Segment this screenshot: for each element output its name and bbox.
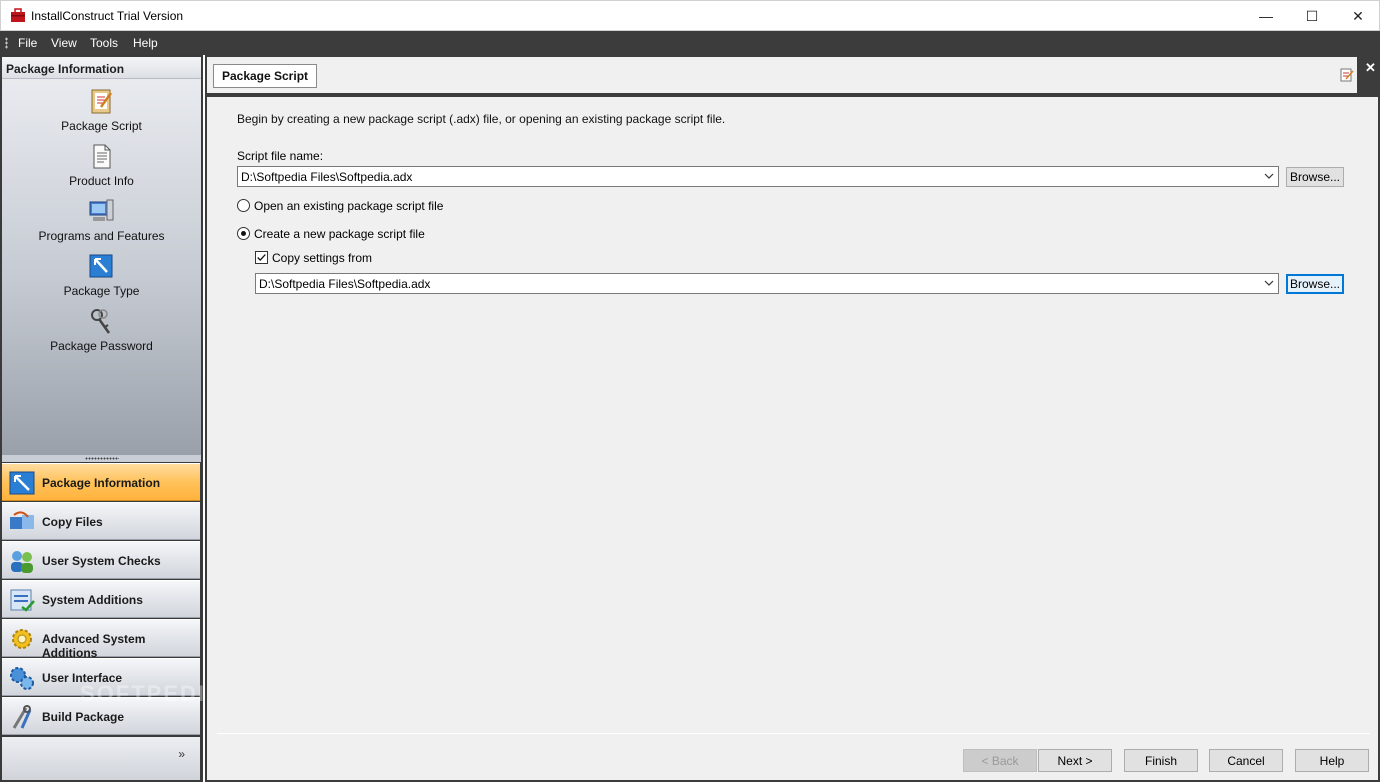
- copy-files-icon: [10, 511, 34, 529]
- copy-settings-label: Copy settings from: [272, 251, 373, 265]
- gears-icon: [10, 667, 34, 690]
- minimize-button[interactable]: —: [1243, 1, 1289, 31]
- pane-header-label: Package Information: [6, 62, 125, 76]
- maximize-button[interactable]: ☐: [1289, 1, 1335, 31]
- radio-create-new[interactable]: Create a new package script file: [237, 226, 537, 242]
- nav-label: Advanced System Additions: [42, 632, 146, 660]
- document-icon: [93, 144, 111, 169]
- keys-icon: [91, 309, 111, 334]
- app-icon: [11, 8, 25, 22]
- left-panel: Package Information Package Script Produ…: [0, 55, 222, 782]
- package-information-pane: Package Information Package Script Produ…: [2, 57, 201, 455]
- nav-package-information[interactable]: Package Information: [2, 463, 200, 501]
- radio-open-existing[interactable]: Open an existing package script file: [237, 198, 537, 214]
- nav-user-system-checks[interactable]: User System Checks: [2, 541, 200, 579]
- nav-label: Build Package: [42, 710, 125, 724]
- pane-item-package-type[interactable]: Package Type: [2, 252, 201, 304]
- pane-item-product-info[interactable]: Product Info: [2, 142, 201, 194]
- cancel-button[interactable]: Cancel: [1209, 749, 1283, 772]
- menu-file[interactable]: File: [18, 36, 37, 50]
- checkmark-icon[interactable]: [255, 251, 268, 264]
- close-button[interactable]: ✕: [1335, 1, 1380, 31]
- copy-settings-checkbox[interactable]: Copy settings from: [255, 250, 455, 266]
- splitter-grip-icon[interactable]: [85, 457, 119, 460]
- menu-help[interactable]: Help: [133, 36, 158, 50]
- finish-button[interactable]: Finish: [1124, 749, 1198, 772]
- pane-splitter[interactable]: [2, 455, 201, 462]
- pane-item-label: Package Script: [61, 119, 142, 133]
- chevron-more-icon[interactable]: »: [178, 747, 185, 761]
- pane-item-programs-and-features[interactable]: Programs and Features: [2, 197, 201, 249]
- radio-create-indicator[interactable]: [237, 227, 250, 240]
- menu-grip-icon[interactable]: [5, 37, 8, 49]
- pane-item-package-password[interactable]: Package Password: [2, 307, 201, 359]
- script-file-value: D:\Softpedia Files\Softpedia.adx: [241, 170, 413, 184]
- radio-open-label: Open an existing package script file: [254, 199, 444, 213]
- nav-label: Package Information: [42, 476, 161, 490]
- pane-item-label: Product Info: [69, 174, 134, 188]
- title-bar: InstallConstruct Trial Version — ☐ ✕: [0, 0, 1380, 31]
- help-button[interactable]: Help: [1295, 749, 1369, 772]
- users-icon: [11, 551, 33, 573]
- menu-view[interactable]: View: [51, 36, 77, 50]
- next-button[interactable]: Next >: [1038, 749, 1112, 772]
- window-title: InstallConstruct Trial Version: [31, 9, 184, 23]
- menu-bar: File View Tools Help: [0, 31, 1380, 55]
- pane-item-package-script[interactable]: Package Script: [2, 87, 201, 139]
- copy-settings-combo[interactable]: D:\Softpedia Files\Softpedia.adx: [255, 273, 1279, 294]
- nav-label: User System Checks: [42, 554, 161, 568]
- browse-copy-settings-button[interactable]: Browse...: [1286, 274, 1344, 294]
- edit-note-icon[interactable]: [1340, 68, 1354, 82]
- tab-package-script[interactable]: Package Script: [213, 64, 317, 88]
- clipboard-pencil-icon: [91, 89, 113, 114]
- package-info-icon: [9, 471, 35, 495]
- pane-item-label: Programs and Features: [38, 229, 165, 243]
- radio-create-label: Create a new package script file: [254, 227, 425, 241]
- menu-tools[interactable]: Tools: [90, 36, 118, 50]
- nav-copy-files[interactable]: Copy Files: [2, 502, 200, 540]
- package-type-icon: [89, 254, 113, 278]
- nav-advanced-system-additions[interactable]: Advanced System Additions: [2, 619, 200, 660]
- radio-open-indicator[interactable]: [237, 199, 250, 212]
- footer-divider: [217, 733, 1370, 734]
- wizard-content: Begin by creating a new package script (…: [207, 97, 1378, 780]
- pane-header: Package Information: [2, 57, 201, 79]
- script-file-label: Script file name:: [237, 149, 324, 163]
- chevron-down-icon[interactable]: [1264, 277, 1274, 289]
- script-file-combo[interactable]: D:\Softpedia Files\Softpedia.adx: [237, 166, 1279, 187]
- tab-strip: Package Script: [207, 57, 1357, 93]
- chevron-down-icon[interactable]: [1264, 170, 1274, 182]
- right-panel: Package Script ✕ Begin by creating a new…: [205, 55, 1380, 782]
- nav-label: System Additions: [42, 593, 143, 607]
- tools-icon: [12, 705, 32, 729]
- intro-text: Begin by creating a new package script (…: [237, 112, 726, 126]
- browse-script-button[interactable]: Browse...: [1286, 167, 1344, 187]
- nav-label: Copy Files: [42, 515, 103, 529]
- copy-settings-value: D:\Softpedia Files\Softpedia.adx: [259, 277, 431, 291]
- checklist-icon: [10, 589, 35, 612]
- nav-system-additions[interactable]: System Additions: [2, 580, 200, 618]
- pane-item-label: Package Password: [50, 339, 153, 353]
- back-button[interactable]: < Back: [963, 749, 1037, 772]
- computer-icon: [89, 199, 114, 221]
- watermark: SOFTPEDIA: [80, 681, 224, 706]
- close-panel-icon[interactable]: ✕: [1365, 60, 1376, 76]
- gear-icon: [12, 629, 32, 649]
- pane-item-label: Package Type: [63, 284, 140, 298]
- nav-footer: »: [2, 737, 200, 780]
